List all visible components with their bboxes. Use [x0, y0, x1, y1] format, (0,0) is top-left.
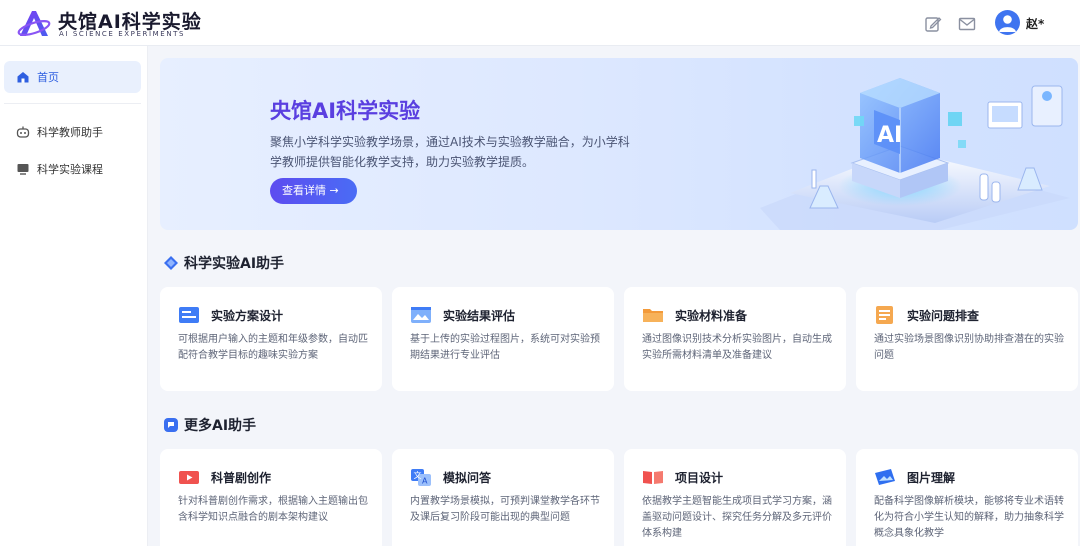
card-description: 内置教学场景模拟，可预判课堂教学各环节及课后复习阶段可能出现的典型问题: [410, 496, 600, 523]
checklist-icon: [876, 306, 893, 324]
card-title: 实验材料准备: [675, 309, 748, 323]
sidebar-item-label: 首页: [37, 71, 59, 84]
card-description: 配备科学图像解析模块，能够将专业术语转化为符合小学生认知的解释，助力抽象科学概念…: [874, 496, 1064, 539]
card-experiment-plan-design[interactable]: 实验方案设计 可根据用户输入的主题和年级参数，自动匹配符合教学目标的趣味实验方案: [160, 287, 382, 391]
card-description: 依据教学主题智能生成项目式学习方案，涵盖驱动问题设计、探究任务分解及多元评价体系…: [642, 496, 832, 539]
home-icon: [17, 72, 29, 83]
banner-description: 聚焦小学科学实验教学场景，通过AI技术与实验教学融合，为小学科学教师提供智能化教…: [270, 135, 630, 169]
book-icon: [643, 471, 663, 484]
folder-icon: [643, 309, 663, 322]
card-title: 图片理解: [907, 471, 956, 485]
logo[interactable]: 央馆AI科学实验 AI SCIENCE EXPERIMENTS: [16, 6, 216, 42]
card-title: 实验结果评估: [443, 309, 516, 323]
sidebar-divider: [4, 103, 141, 104]
art-ai-text: AI: [877, 123, 902, 148]
robot-icon: [16, 126, 30, 138]
mail-icon[interactable]: [958, 15, 976, 33]
banner-title: 央馆AI科学实验: [270, 99, 421, 123]
card-title: 项目设计: [675, 471, 724, 485]
sidebar-item-teacher-assistant[interactable]: 科学教师助手: [4, 116, 141, 148]
card-description: 可根据用户输入的主题和年级参数，自动匹配符合教学目标的趣味实验方案: [178, 334, 368, 361]
logo-mark-icon: [17, 11, 51, 36]
card-science-drama[interactable]: 科普剧创作 针对科普剧创作需求，根据输入主题输出包含科学知识点融合的剧本架构建议: [160, 449, 382, 546]
card-experiment-result-eval[interactable]: 实验结果评估 基于上传的实验过程图片，系统可对实验预期结果进行专业评估: [392, 287, 614, 391]
logo-subtitle: AI SCIENCE EXPERIMENTS: [59, 30, 186, 38]
monitor-icon: [17, 164, 29, 175]
translate-icon: 文 A: [411, 469, 431, 486]
svg-text:A: A: [422, 477, 428, 486]
sidebar: 首页 科学教师助手 科学实验课程: [0, 46, 148, 546]
sidebar-item-label: 科学实验课程: [37, 163, 103, 176]
card-experiment-troubleshoot[interactable]: 实验问题排查 通过实验场景图像识别协助排查潜在的实验问题: [856, 287, 1078, 391]
sidebar-item-experiment-course[interactable]: 科学实验课程: [4, 153, 141, 185]
card-title: 科普剧创作: [211, 471, 272, 485]
card-description: 针对科普剧创作需求，根据输入主题输出包含科学知识点融合的剧本架构建议: [178, 496, 368, 523]
card-title: 实验问题排查: [907, 309, 980, 323]
user-icon: [999, 15, 1016, 32]
card-image-understanding[interactable]: 图片理解 配备科学图像解析模块，能够将专业术语转化为符合小学生认知的解释，助力抽…: [856, 449, 1078, 546]
card-project-design[interactable]: 项目设计 依据教学主题智能生成项目式学习方案，涵盖驱动问题设计、探究任务分解及多…: [624, 449, 846, 546]
top-header: 央馆AI科学实验 AI SCIENCE EXPERIMENTS 赵*: [0, 0, 1080, 46]
hero-banner: 央馆AI科学实验 聚焦小学科学实验教学场景，通过AI技术与实验教学融合，为小学科…: [160, 58, 1078, 230]
picture-icon: [875, 469, 895, 485]
user-name[interactable]: 赵*: [1026, 15, 1044, 32]
card-title: 实验方案设计: [211, 309, 284, 323]
edit-icon[interactable]: [924, 15, 942, 33]
sidebar-item-home[interactable]: 首页: [4, 61, 141, 93]
plan-icon: [179, 307, 199, 323]
ai-lab-illustration: AI: [760, 78, 1070, 230]
card-experiment-material-prep[interactable]: 实验材料准备 通过图像识别技术分析实验图片，自动生成实验所需材料清单及准备建议: [624, 287, 846, 391]
video-icon: [179, 471, 199, 484]
chat-bubble-icon: [164, 418, 178, 432]
card-description: 基于上传的实验过程图片，系统可对实验预期结果进行专业评估: [410, 334, 600, 361]
card-mock-qa[interactable]: 文 A 模拟问答 内置教学场景模拟，可预判课堂教学各环节及课后复习阶段可能出现的…: [392, 449, 614, 546]
image-eval-icon: [411, 307, 431, 323]
view-details-button[interactable]: 查看详情 →: [270, 178, 357, 204]
sidebar-item-label: 科学教师助手: [37, 126, 103, 139]
diamond-icon: [164, 256, 178, 270]
avatar[interactable]: [995, 10, 1020, 35]
card-description: 通过图像识别技术分析实验图片，自动生成实验所需材料清单及准备建议: [642, 334, 832, 361]
svg-text:文: 文: [414, 470, 422, 480]
card-title: 模拟问答: [443, 471, 492, 485]
card-description: 通过实验场景图像识别协助排查潜在的实验问题: [874, 334, 1064, 361]
